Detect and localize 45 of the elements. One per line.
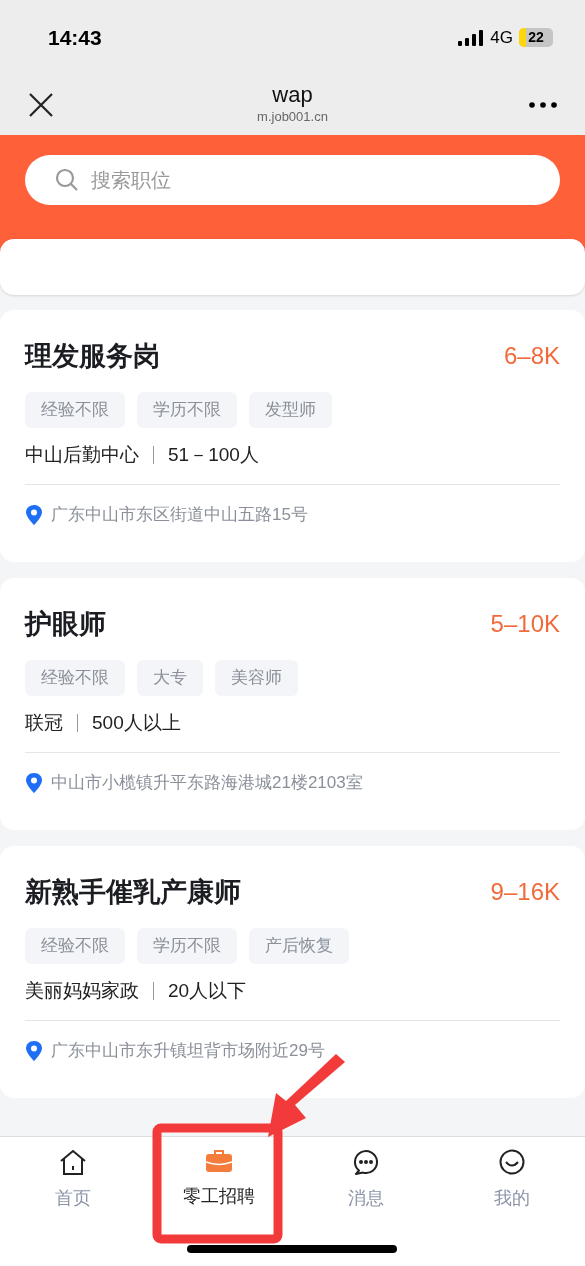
job-card[interactable]: 新熟手催乳产康师 9–16K 经验不限 学历不限 产后恢复 美丽妈妈家政 20人以下 广东中山市东升镇坦背市场附近29号 bbox=[0, 846, 585, 1098]
company-name: 中山后勤中心 bbox=[25, 442, 139, 467]
close-icon[interactable] bbox=[28, 92, 54, 118]
salary: 6–8K bbox=[503, 341, 560, 371]
network-label: 4G bbox=[490, 26, 513, 49]
job-tag: 学历不限 bbox=[137, 392, 237, 428]
search-field[interactable]: 搜索职位 bbox=[25, 155, 560, 205]
job-title: 护眼师 bbox=[25, 607, 106, 641]
search-icon bbox=[55, 168, 79, 192]
location-pin-icon bbox=[25, 772, 43, 793]
status-time: 14:43 bbox=[48, 24, 102, 51]
smiley-icon bbox=[498, 1149, 525, 1175]
company-name: 美丽妈妈家政 bbox=[25, 978, 139, 1003]
job-tag: 经验不限 bbox=[25, 928, 125, 964]
company-size: 500人以上 bbox=[92, 710, 181, 735]
job-address: 中山市小榄镇升平东路海港城21楼2103室 bbox=[51, 772, 363, 794]
page-url: m.job001.cn bbox=[257, 109, 328, 125]
job-address: 广东中山市东区街道中山五路15号 bbox=[51, 504, 308, 526]
job-card[interactable]: 理发服务岗 6–8K 经验不限 学历不限 发型师 中山后勤中心 51－100人 广东中山市东区街道中山五路15号 bbox=[0, 310, 585, 562]
job-address: 广东中山市东升镇坦背市场附近29号 bbox=[51, 1040, 325, 1062]
job-card[interactable]: 护眼师 5–10K 经验不限 大专 美容师 联冠 500人以上 中山市小榄镇升平东路海港城21楼2103室 bbox=[0, 578, 585, 830]
home-icon bbox=[59, 1149, 88, 1175]
battery-icon: 22 bbox=[519, 28, 553, 47]
job-tag: 经验不限 bbox=[25, 392, 125, 428]
job-tag: 发型师 bbox=[249, 392, 332, 428]
company-size: 51－100人 bbox=[168, 442, 259, 467]
location-pin-icon bbox=[25, 1040, 43, 1061]
job-tag: 产后恢复 bbox=[249, 928, 349, 964]
job-tag: 大专 bbox=[137, 660, 203, 696]
briefcase-icon bbox=[206, 1149, 233, 1173]
job-title: 理发服务岗 bbox=[25, 339, 160, 373]
page-title: wap bbox=[272, 81, 313, 109]
job-title: 新熟手催乳产康师 bbox=[25, 875, 241, 909]
tab-bar-item[interactable]: 零工招聘 bbox=[146, 1149, 293, 1212]
location-pin-icon bbox=[25, 504, 43, 525]
salary: 9–16K bbox=[490, 877, 560, 907]
job-tag: 经验不限 bbox=[25, 660, 125, 696]
chat-bubble-icon bbox=[352, 1149, 379, 1175]
salary: 5–10K bbox=[490, 609, 560, 639]
company-name: 联冠 bbox=[25, 710, 63, 735]
more-icon[interactable] bbox=[529, 102, 557, 108]
job-tag: 学历不限 bbox=[137, 928, 237, 964]
company-size: 20人以下 bbox=[168, 978, 247, 1003]
job-tag: 美容师 bbox=[215, 660, 298, 696]
signal-icon bbox=[458, 29, 485, 46]
